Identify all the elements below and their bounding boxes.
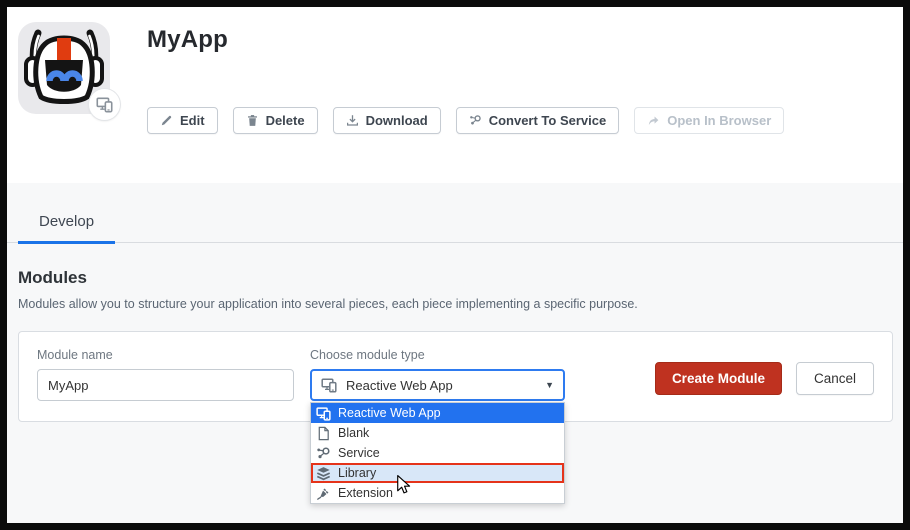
convert-to-service-button-label: Convert To Service — [488, 113, 607, 128]
module-type-selected-value: Reactive Web App — [346, 377, 453, 393]
screenshot-frame: MyApp Edit Delete Download Convert To Se… — [0, 0, 910, 530]
service-nodes-icon — [316, 446, 331, 461]
card-actions: Create Module Cancel — [654, 362, 874, 395]
modules-heading: Modules — [18, 268, 87, 287]
devices-badge — [89, 89, 120, 120]
devices-icon — [316, 406, 331, 421]
option-label: Library — [338, 466, 377, 480]
module-name-label: Module name — [37, 348, 113, 362]
delete-button[interactable]: Delete — [232, 107, 318, 134]
service-nodes-icon — [469, 114, 482, 127]
create-module-card: Module name Choose module type Reactive … — [18, 331, 893, 504]
module-type-option-reactive-web-app[interactable]: Reactive Web App — [311, 403, 564, 423]
trash-icon — [246, 114, 259, 127]
module-type-option-service[interactable]: Service — [311, 443, 564, 463]
create-module-button[interactable]: Create Module — [654, 362, 782, 395]
module-name-input[interactable] — [37, 369, 294, 401]
download-icon — [346, 114, 359, 127]
library-layers-icon — [316, 466, 331, 481]
module-type-option-extension[interactable]: Extension — [311, 483, 564, 503]
open-in-browser-button-label: Open In Browser — [667, 113, 772, 128]
develop-section: Develop Modules Modules allow you to str… — [7, 183, 903, 523]
module-type-label: Choose module type — [310, 348, 425, 362]
app-header: MyApp Edit Delete Download Convert To Se… — [7, 7, 903, 183]
option-label: Blank — [338, 426, 370, 440]
download-button[interactable]: Download — [332, 107, 441, 134]
blank-page-icon — [316, 426, 331, 441]
tab-bar: Develop — [7, 183, 903, 244]
app-icon — [18, 22, 120, 120]
module-type-select[interactable]: Reactive Web App ▼ — [310, 369, 565, 401]
download-button-label: Download — [365, 113, 428, 128]
open-in-browser-button[interactable]: Open In Browser — [634, 107, 785, 134]
page-title: MyApp — [147, 26, 228, 53]
pencil-icon — [160, 114, 173, 127]
modules-section: Modules Modules allow you to structure y… — [7, 243, 903, 311]
convert-to-service-button[interactable]: Convert To Service — [455, 107, 620, 134]
chevron-down-icon: ▼ — [545, 380, 554, 390]
option-label: Extension — [338, 486, 393, 500]
open-in-browser-icon — [647, 114, 660, 127]
cancel-button[interactable]: Cancel — [795, 362, 874, 395]
option-label: Reactive Web App — [338, 406, 441, 420]
devices-icon — [321, 377, 337, 393]
module-type-dropdown: Reactive Web App Blank Service Library E… — [310, 402, 565, 504]
app-toolbar: Edit Delete Download Convert To Service … — [147, 107, 785, 134]
modules-description: Modules allow you to structure your appl… — [18, 297, 638, 311]
edit-button-label: Edit — [180, 113, 205, 128]
delete-button-label: Delete — [265, 113, 305, 128]
module-type-option-blank[interactable]: Blank — [311, 423, 564, 443]
module-type-option-library[interactable]: Library — [311, 463, 564, 483]
tab-develop[interactable]: Develop — [18, 213, 116, 244]
extension-plug-icon — [316, 486, 331, 501]
devices-icon — [96, 97, 113, 113]
edit-button[interactable]: Edit — [147, 107, 218, 134]
option-label: Service — [338, 446, 380, 460]
